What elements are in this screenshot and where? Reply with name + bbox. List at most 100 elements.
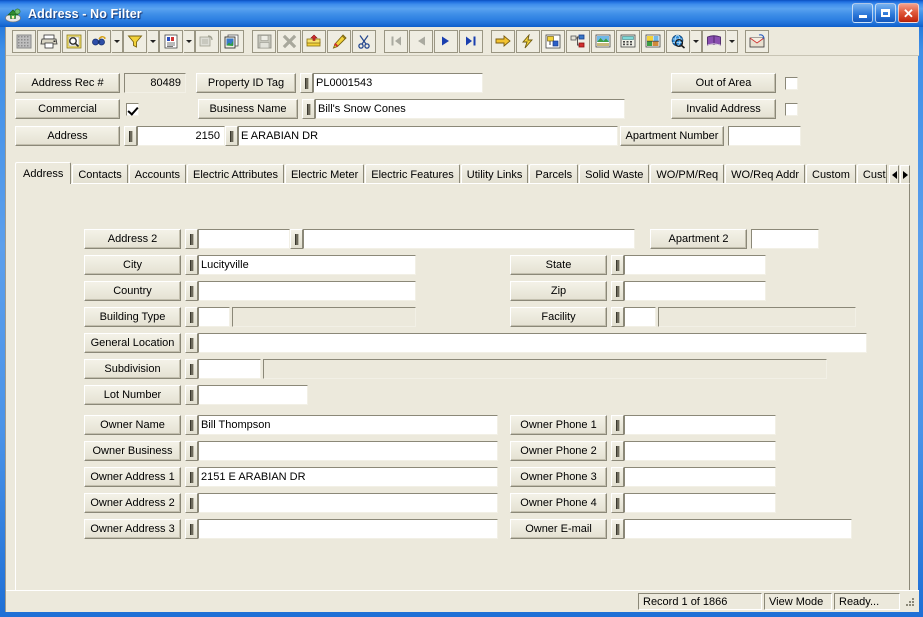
- title-bar[interactable]: Address - No Filter ✕: [0, 0, 923, 27]
- owner-name-lookup-button[interactable]: [185, 415, 198, 435]
- zip-input[interactable]: [624, 281, 766, 301]
- cut-icon[interactable]: [352, 29, 376, 53]
- first-record-icon[interactable]: [384, 29, 408, 53]
- close-button[interactable]: ✕: [898, 3, 919, 23]
- owner-phone1-input[interactable]: [624, 415, 776, 435]
- owner-phone4-lookup-button[interactable]: [611, 493, 624, 513]
- tab-electric-attributes[interactable]: Electric Attributes: [187, 164, 285, 184]
- tab-wo-req-addr[interactable]: WO/Req Addr: [725, 164, 805, 184]
- book-icon[interactable]: [702, 29, 726, 53]
- previous-record-icon[interactable]: [409, 29, 433, 53]
- owner-phone3-lookup-button[interactable]: [611, 467, 624, 487]
- city-input[interactable]: Lucityville: [198, 255, 416, 275]
- tab-electric-meter[interactable]: Electric Meter: [285, 164, 365, 184]
- building-type-code-input[interactable]: [198, 307, 230, 327]
- maximize-button[interactable]: [875, 3, 896, 23]
- resize-grip[interactable]: [903, 595, 917, 609]
- owner-address1-input[interactable]: 2151 E ARABIAN DR: [198, 467, 498, 487]
- map-icon[interactable]: [641, 29, 665, 53]
- address-number-lookup-button[interactable]: [124, 126, 137, 146]
- building-type-lookup-button[interactable]: [185, 307, 198, 327]
- book-dropdown-arrow[interactable]: [727, 29, 738, 53]
- print-preview-icon[interactable]: [62, 29, 86, 53]
- subdivision-lookup-button[interactable]: [185, 359, 198, 379]
- zip-lookup-button[interactable]: [611, 281, 624, 301]
- grid-view-icon[interactable]: [12, 29, 36, 53]
- lot-number-input[interactable]: [198, 385, 308, 405]
- owner-phone3-input[interactable]: [624, 467, 776, 487]
- tab-electric-features[interactable]: Electric Features: [365, 164, 460, 184]
- apartment-number-input[interactable]: [728, 126, 801, 146]
- address-street-input[interactable]: E ARABIAN DR: [238, 126, 618, 146]
- out-of-area-checkbox[interactable]: [784, 76, 798, 90]
- globe-search-icon[interactable]: [666, 29, 690, 53]
- owner-address3-lookup-button[interactable]: [185, 519, 198, 539]
- owner-email-input[interactable]: [624, 519, 852, 539]
- mail-icon[interactable]: [745, 29, 769, 53]
- tab-solid-waste[interactable]: Solid Waste: [579, 164, 650, 184]
- tab-accounts[interactable]: Accounts: [128, 164, 187, 184]
- property-id-input[interactable]: PL0001543: [313, 73, 483, 93]
- lot-number-lookup-button[interactable]: [185, 385, 198, 405]
- commercial-checkbox[interactable]: [126, 102, 139, 116]
- owner-phone2-lookup-button[interactable]: [611, 441, 624, 461]
- address2-number-lookup-button[interactable]: [185, 229, 198, 249]
- export-icon[interactable]: [195, 29, 219, 53]
- business-name-input[interactable]: Bill's Snow Cones: [315, 99, 625, 119]
- tab-custom[interactable]: Custom: [806, 164, 856, 184]
- image-icon[interactable]: [591, 29, 615, 53]
- owner-business-input[interactable]: [198, 441, 498, 461]
- owner-phone2-input[interactable]: [624, 441, 776, 461]
- owner-phone4-input[interactable]: [624, 493, 776, 513]
- owner-address3-input[interactable]: [198, 519, 498, 539]
- report-icon[interactable]: [159, 29, 183, 53]
- quick-action-icon[interactable]: [516, 29, 540, 53]
- save-icon[interactable]: [252, 29, 276, 53]
- globe-search-dropdown-arrow[interactable]: [691, 29, 702, 53]
- last-record-icon[interactable]: [459, 29, 483, 53]
- address-number-input[interactable]: 2150: [137, 126, 225, 146]
- find-dropdown-arrow[interactable]: [112, 29, 123, 53]
- owner-address1-lookup-button[interactable]: [185, 467, 198, 487]
- tab-utility-links[interactable]: Utility Links: [460, 164, 529, 184]
- state-lookup-button[interactable]: [611, 255, 624, 275]
- add-record-icon[interactable]: [302, 29, 326, 53]
- owner-address2-lookup-button[interactable]: [185, 493, 198, 513]
- print-icon[interactable]: [37, 29, 61, 53]
- country-input[interactable]: [198, 281, 416, 301]
- business-name-lookup-button[interactable]: [302, 99, 315, 119]
- general-location-lookup-button[interactable]: [185, 333, 198, 353]
- state-input[interactable]: [624, 255, 766, 275]
- find-icon[interactable]: [87, 29, 111, 53]
- address2-street-lookup-button[interactable]: [290, 229, 303, 249]
- owner-address2-input[interactable]: [198, 493, 498, 513]
- owner-phone1-lookup-button[interactable]: [611, 415, 624, 435]
- minimize-button[interactable]: [852, 3, 873, 23]
- tab-wo-pm-req[interactable]: WO/PM/Req: [650, 164, 725, 184]
- filter-dropdown-arrow[interactable]: [148, 29, 159, 53]
- owner-name-input[interactable]: Bill Thompson: [198, 415, 498, 435]
- copy-record-icon[interactable]: [220, 29, 244, 53]
- general-location-input[interactable]: [198, 333, 867, 353]
- tree-view-icon[interactable]: [566, 29, 590, 53]
- tab-address[interactable]: Address: [15, 162, 72, 184]
- tab-custom2[interactable]: Custom2: [856, 164, 888, 184]
- goto-icon[interactable]: [491, 29, 515, 53]
- address-street-lookup-button[interactable]: [225, 126, 238, 146]
- property-id-lookup-button[interactable]: [300, 73, 313, 93]
- report-dropdown-arrow[interactable]: [184, 29, 195, 53]
- facility-code-input[interactable]: [624, 307, 656, 327]
- address2-street-input[interactable]: [303, 229, 635, 249]
- phone-icon[interactable]: [616, 29, 640, 53]
- apartment2-input[interactable]: [751, 229, 819, 249]
- country-lookup-button[interactable]: [185, 281, 198, 301]
- tab-contacts[interactable]: Contacts: [72, 164, 128, 184]
- address2-number-input[interactable]: [198, 229, 290, 249]
- tab-parcels[interactable]: Parcels: [529, 164, 579, 184]
- subdivision-code-input[interactable]: [198, 359, 261, 379]
- invalid-address-checkbox[interactable]: [784, 102, 798, 116]
- edit-icon[interactable]: [327, 29, 351, 53]
- owner-business-lookup-button[interactable]: [185, 441, 198, 461]
- owner-email-lookup-button[interactable]: [611, 519, 624, 539]
- workflow-icon[interactable]: [541, 29, 565, 53]
